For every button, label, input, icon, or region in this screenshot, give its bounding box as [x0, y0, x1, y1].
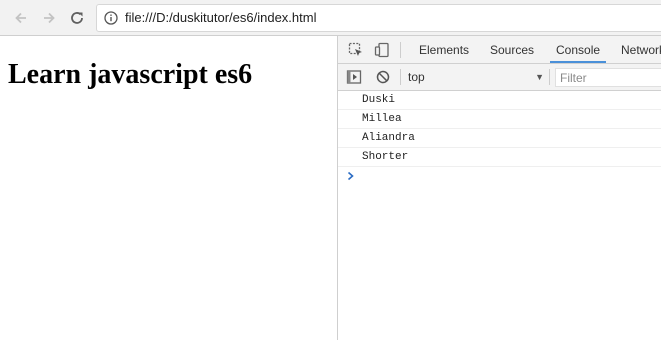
show-drawer-icon[interactable] [346, 69, 362, 85]
console-output: Duski Millea Aliandra Shorter [338, 91, 661, 340]
console-log-row: Shorter [338, 148, 661, 167]
console-prompt[interactable] [338, 167, 661, 186]
context-select[interactable]: top ▼ [408, 68, 544, 86]
inspect-element-icon[interactable] [348, 42, 364, 58]
arrow-left-icon [15, 12, 26, 24]
browser-toolbar: file:///D:/duskitutor/es6/index.html [0, 0, 661, 36]
forward-button[interactable] [37, 6, 61, 30]
toolbar-divider-2 [549, 69, 550, 85]
back-button[interactable] [9, 6, 33, 30]
reload-icon [71, 12, 83, 24]
prompt-chevron-icon [347, 171, 354, 181]
tab-sources[interactable]: Sources [484, 36, 540, 63]
clear-console-icon[interactable] [375, 69, 391, 85]
device-toolbar-icon[interactable] [374, 42, 390, 58]
filter-input[interactable] [555, 68, 661, 87]
console-log-row: Aliandra [338, 129, 661, 148]
url-text[interactable]: file:///D:/duskitutor/es6/index.html [125, 10, 316, 25]
context-value: top [408, 70, 425, 84]
address-bar[interactable]: file:///D:/duskitutor/es6/index.html [96, 4, 661, 32]
page-content: Learn javascript es6 [0, 36, 337, 340]
arrow-right-icon [44, 12, 55, 24]
tabbar-divider [400, 42, 401, 58]
tab-console[interactable]: Console [550, 36, 607, 63]
devtools-panel: Elements Sources Console Network top ▼ D… [337, 36, 661, 340]
reload-button[interactable] [65, 6, 89, 30]
dropdown-arrow-icon: ▼ [535, 72, 544, 82]
page-heading: Learn javascript es6 [8, 59, 253, 90]
devtools-tabbar: Elements Sources Console Network [338, 36, 661, 64]
tab-network[interactable]: Network [615, 36, 661, 63]
console-log-row: Millea [338, 110, 661, 129]
tab-elements[interactable]: Elements [413, 36, 475, 63]
console-log-row: Duski [338, 91, 661, 110]
info-icon[interactable] [104, 11, 118, 25]
toolbar-divider [400, 69, 401, 85]
console-toolbar: top ▼ [338, 64, 661, 91]
